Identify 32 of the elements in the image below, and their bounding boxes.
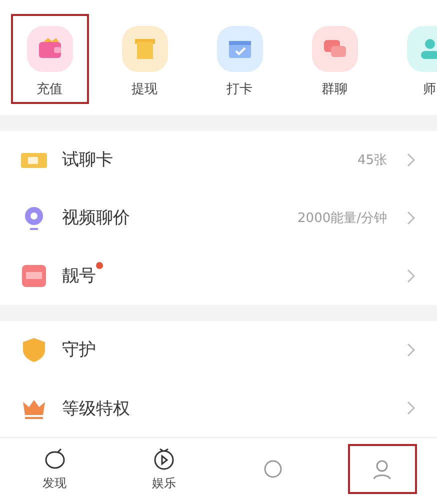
row-label: 试聊卡: [62, 149, 113, 172]
menu-row[interactable]: 视频聊价 2000能量/分钟: [0, 188, 437, 247]
chat-bubbles-icon: [312, 26, 358, 72]
receipt-icon: [122, 26, 168, 72]
row-label: 等级特权: [62, 398, 130, 420]
chevron-right-icon: [407, 401, 415, 416]
menu-row[interactable]: 试聊卡 45张: [0, 130, 437, 189]
quick-action-button[interactable]: 提现: [106, 14, 184, 104]
tab-button[interactable]: 发现: [20, 444, 90, 494]
menu-row[interactable]: 守护: [0, 320, 437, 379]
row-label: 靓号: [62, 264, 96, 288]
menu-row[interactable]: 等级特权: [0, 378, 437, 438]
quick-action-button[interactable]: 师: [390, 14, 437, 104]
wallet-icon: [26, 26, 72, 72]
menu-row[interactable]: 靓号: [0, 246, 437, 305]
shield-icon: [20, 336, 48, 364]
row-label: 守护: [62, 339, 96, 362]
quick-action-button[interactable]: 充值: [10, 14, 88, 104]
tab-button[interactable]: [348, 444, 417, 494]
chevron-right-icon: [407, 152, 415, 167]
strawberry-icon: [42, 446, 67, 471]
chevron-right-icon: [407, 342, 415, 357]
quick-action-button[interactable]: 打卡: [200, 14, 278, 104]
chevron-right-icon: [407, 268, 415, 283]
calendar-check-icon: [216, 26, 262, 72]
row-value: 2000能量/分钟: [298, 210, 387, 227]
chevron-right-icon: [407, 210, 415, 225]
row-label: 视频聊价: [62, 207, 130, 230]
row-value: 45张: [357, 152, 387, 169]
play-tv-icon: [152, 446, 176, 471]
quick-action-button[interactable]: 群聊: [296, 14, 374, 104]
tab-button[interactable]: 娱乐: [129, 444, 198, 494]
